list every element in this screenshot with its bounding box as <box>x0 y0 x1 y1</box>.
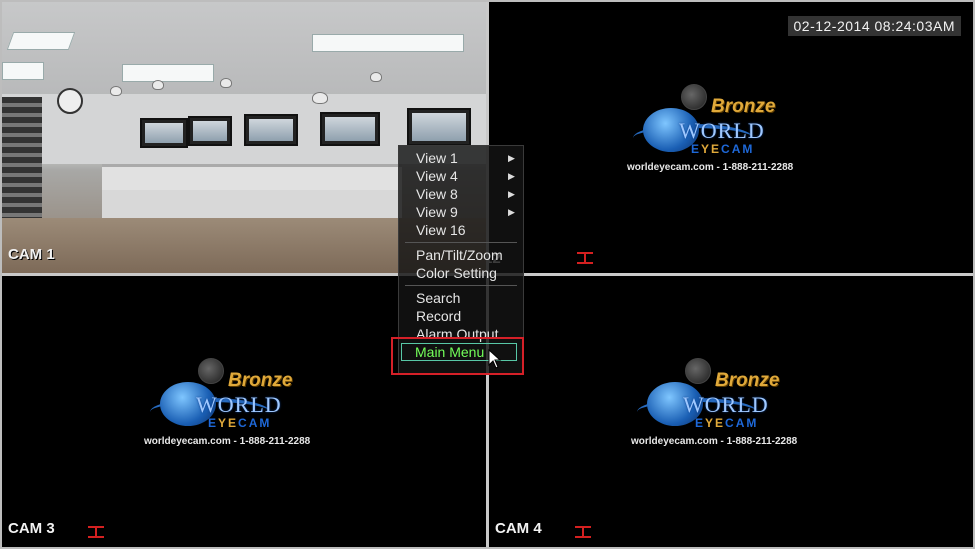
logo-world-text: WORLD <box>196 392 282 417</box>
logo-bronze-text: Bronze <box>228 370 293 391</box>
logo-contact-text: worldeyecam.com - 1-888-211-2288 <box>627 162 794 173</box>
logo-bronze-text: Bronze <box>715 370 780 391</box>
submenu-arrow-icon: ▶ <box>508 207 515 217</box>
menu-separator <box>405 285 517 286</box>
logo-contact-text: worldeyecam.com - 1-888-211-2288 <box>144 436 311 447</box>
menu-item-record[interactable]: Record <box>416 307 461 325</box>
menu-item-view-8[interactable]: View 8 ▶ <box>416 185 515 203</box>
record-icon <box>86 525 106 539</box>
brand-logo: Bronze WORLD EYECAM worldeyecam.com - 1-… <box>144 358 310 448</box>
wall-clock <box>57 88 83 114</box>
logo-eyecam-text: EYECAM <box>691 142 755 156</box>
submenu-arrow-icon: ▶ <box>508 189 515 199</box>
menu-item-label: View 9 <box>416 204 458 220</box>
camera-label: CAM 4 <box>495 520 542 537</box>
ptz-camera-icon <box>198 358 224 384</box>
date-time-display: 02-12-2014 08:24:03AM <box>787 16 961 36</box>
menu-item-view-16[interactable]: View 16 <box>416 221 466 239</box>
record-icon <box>575 251 595 265</box>
logo-world-text: WORLD <box>683 392 769 417</box>
logo-eyecam-text: EYECAM <box>695 416 759 430</box>
logo-bronze-text: Bronze <box>711 96 776 117</box>
camera-tile-2[interactable]: 02-12-2014 08:24:03AM Bronze WORLD EYECA… <box>489 2 973 273</box>
logo-contact-text: worldeyecam.com - 1-888-211-2288 <box>631 436 798 447</box>
menu-separator <box>405 242 517 243</box>
mouse-cursor-icon <box>488 349 502 369</box>
camera-label: CAM 3 <box>8 520 55 537</box>
brand-logo: Bronze WORLD EYECAM worldeyecam.com - 1-… <box>627 84 793 174</box>
menu-item-view-1[interactable]: View 1 ▶ <box>416 149 515 167</box>
logo-world-text: WORLD <box>679 118 765 143</box>
menu-item-label: View 8 <box>416 186 458 202</box>
logo-eyecam-text: EYECAM <box>208 416 272 430</box>
menu-item-label: View 1 <box>416 150 458 166</box>
annotation-highlight-box <box>391 337 524 375</box>
camera-tile-4[interactable]: Bronze WORLD EYECAM worldeyecam.com - 1-… <box>489 276 973 547</box>
submenu-arrow-icon: ▶ <box>508 171 515 181</box>
menu-item-view-9[interactable]: View 9 ▶ <box>416 203 515 221</box>
ptz-camera-icon <box>681 84 707 110</box>
menu-item-pan-tilt-zoom[interactable]: Pan/Tilt/Zoom <box>416 246 503 264</box>
ptz-camera-icon <box>685 358 711 384</box>
brand-logo: Bronze WORLD EYECAM worldeyecam.com - 1-… <box>631 358 797 448</box>
menu-item-label: View 4 <box>416 168 458 184</box>
dvr-multiview-screen: CAM 1 02-12-2014 08:24:03AM Bronze WORLD… <box>0 0 975 549</box>
camera-label: CAM 1 <box>8 246 55 263</box>
menu-item-search[interactable]: Search <box>416 289 460 307</box>
record-icon <box>573 525 593 539</box>
menu-item-color-setting[interactable]: Color Setting <box>416 264 497 282</box>
menu-item-view-4[interactable]: View 4 ▶ <box>416 167 515 185</box>
submenu-arrow-icon: ▶ <box>508 153 515 163</box>
